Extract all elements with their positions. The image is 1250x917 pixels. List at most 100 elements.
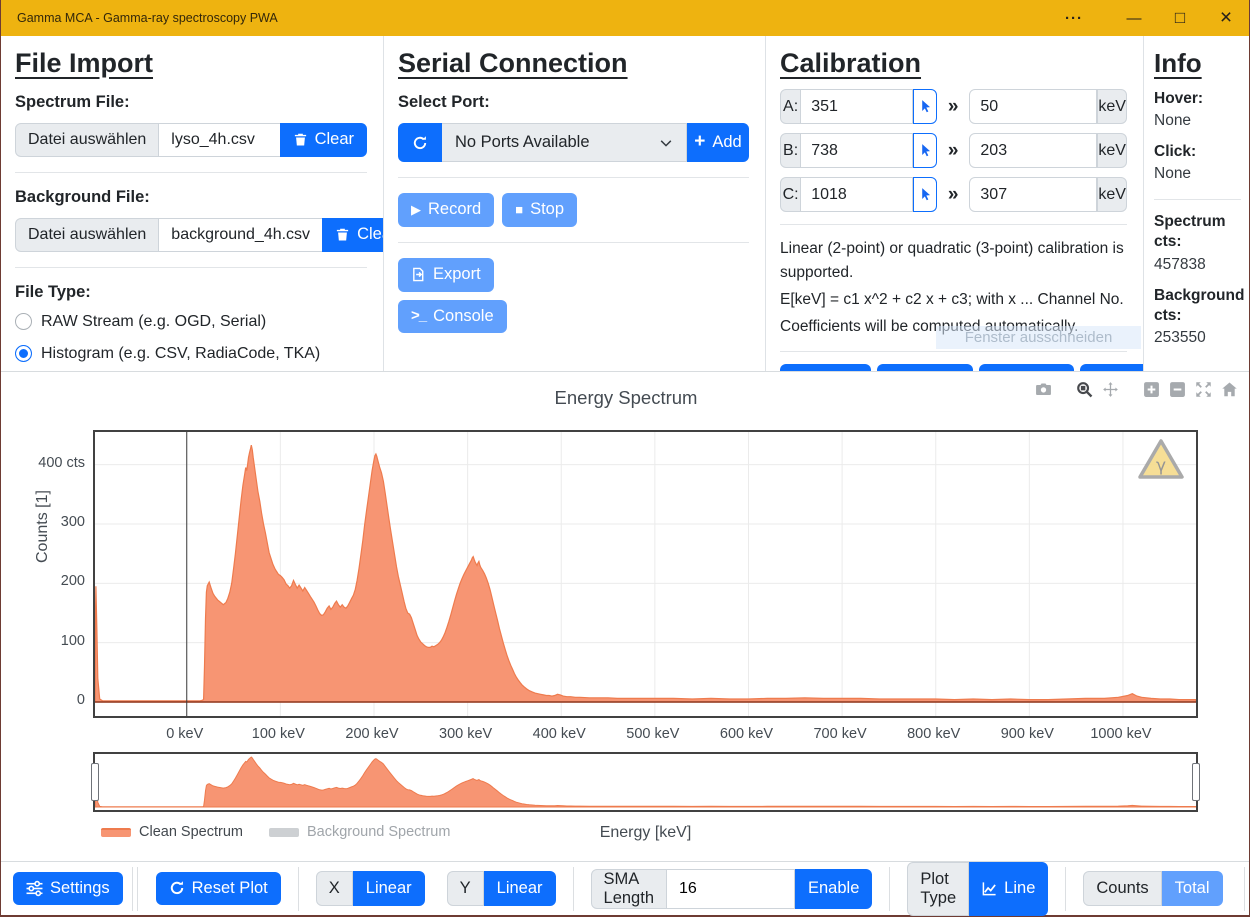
x-scale-label: X: [316, 871, 353, 906]
x-tick-label: 200 keV: [332, 726, 412, 742]
reset-plot-icon: [169, 880, 185, 896]
settings-button[interactable]: Settings: [13, 872, 123, 906]
pan-icon[interactable]: [1101, 380, 1120, 399]
background-file-label: Background File:: [15, 188, 367, 207]
title-bar: Gamma MCA - Gamma-ray spectroscopy PWA ·…: [1, 0, 1249, 36]
toolbar-divider: [132, 867, 133, 911]
close-icon[interactable]: ×: [1203, 0, 1249, 36]
radio-checked-icon[interactable]: [15, 345, 32, 362]
divider: [15, 172, 367, 173]
background-clear-button[interactable]: Clear: [322, 218, 384, 252]
serial-heading: Serial Connection: [398, 48, 749, 79]
plot-modebar: [1034, 380, 1239, 399]
radio-histogram[interactable]: Histogram (e.g. CSV, RadiaCode, TKA): [15, 345, 367, 363]
radio-raw-stream[interactable]: RAW Stream (e.g. OGD, Serial): [15, 313, 367, 331]
stop-button[interactable]: ■ Stop: [502, 193, 577, 227]
counts-total-button[interactable]: Total: [1162, 871, 1223, 906]
range-slider-chart: [95, 754, 1196, 810]
cal-b-pick-button[interactable]: [913, 133, 937, 168]
cursor-icon: [918, 143, 933, 158]
calibration-reset-button[interactable]: Reset: [780, 364, 871, 371]
cal-a-energy-input[interactable]: [969, 89, 1097, 124]
file-import-heading: File Import: [15, 48, 367, 79]
maximize-icon[interactable]: □: [1157, 0, 1203, 36]
home-icon[interactable]: [1220, 380, 1239, 399]
legend-background-spectrum[interactable]: Background Spectrum: [269, 824, 450, 840]
range-slider-right-handle[interactable]: [1192, 763, 1200, 801]
chevron-down-icon: [659, 136, 673, 150]
cal-c-energy-input[interactable]: [969, 177, 1097, 212]
range-slider-left-handle[interactable]: [91, 763, 99, 801]
sma-enable-button[interactable]: Enable: [795, 869, 872, 909]
x-tick-label: 400 keV: [519, 726, 599, 742]
x-scale-button[interactable]: Linear: [353, 871, 425, 906]
spectrum-file-choose-button[interactable]: Datei auswählen: [15, 123, 159, 157]
radio-unchecked-icon[interactable]: [15, 313, 32, 330]
window-title: Gamma MCA - Gamma-ray spectroscopy PWA: [17, 11, 1051, 25]
zoom-icon[interactable]: [1075, 380, 1094, 399]
reset-plot-button[interactable]: Reset Plot: [156, 872, 281, 906]
background-cts-label: Background cts:: [1154, 286, 1241, 326]
sma-group: SMA Length Enable: [591, 869, 873, 909]
background-file-choose-button[interactable]: Datei auswählen: [15, 218, 159, 252]
x-tick-label: 600 keV: [706, 726, 786, 742]
cal-c-channel-input[interactable]: [801, 177, 913, 212]
plus-icon: +: [694, 131, 705, 154]
cal-b-energy-input[interactable]: [969, 133, 1097, 168]
spectrum-clear-button[interactable]: Clear: [280, 123, 367, 157]
cal-a-channel-input[interactable]: [801, 89, 913, 124]
toolbar-divider: [1244, 867, 1245, 911]
record-button[interactable]: ▶ Record: [398, 193, 494, 227]
y-scale-button[interactable]: Linear: [484, 871, 556, 906]
serial-export-button[interactable]: Export: [398, 258, 494, 292]
zoom-in-icon[interactable]: [1142, 380, 1161, 399]
cursor-icon: [918, 99, 933, 114]
port-select[interactable]: No Ports Available: [442, 123, 687, 162]
x-scale-group: X Linear: [316, 871, 425, 906]
plot-type-button[interactable]: Line: [969, 862, 1048, 916]
cal-c-pick-button[interactable]: [913, 177, 937, 212]
info-panel: Info Hover: None Click: None Spectrum ct…: [1144, 36, 1249, 371]
add-port-button[interactable]: + Add: [687, 123, 749, 162]
y-tick-label: 100: [1, 633, 85, 649]
x-tick-label: 900 keV: [987, 726, 1067, 742]
cal-a-pick-button[interactable]: [913, 89, 937, 124]
zoom-out-icon[interactable]: [1168, 380, 1187, 399]
divider: [398, 242, 749, 243]
terminal-icon: >_: [411, 307, 426, 325]
line-chart-icon: [982, 881, 997, 896]
calibration-heading: Calibration: [780, 48, 1127, 79]
double-chevron-icon: »: [948, 89, 959, 124]
play-icon: ▶: [411, 202, 421, 218]
divider: [15, 267, 367, 268]
background-cts-value: 253550: [1154, 329, 1241, 347]
more-options-icon[interactable]: ···: [1051, 0, 1097, 36]
cal-a-label: A:: [780, 89, 801, 124]
calibration-export-button[interactable]: Export: [1080, 364, 1144, 371]
background-file-input: Datei auswählen background_4h.csv Clear: [15, 218, 367, 252]
spectrum-chart[interactable]: [95, 432, 1196, 716]
serial-connection-panel: Serial Connection Select Port: No Ports …: [384, 36, 766, 371]
legend-clean-spectrum[interactable]: Clean Spectrum: [101, 824, 243, 840]
serial-console-button[interactable]: >_ Console: [398, 300, 507, 334]
sma-length-input[interactable]: [667, 869, 795, 909]
spectrum-file-input: Datei auswählen lyso_4h.csv Clear: [15, 123, 367, 157]
sma-length-label: SMA Length: [591, 869, 667, 909]
clean-spectrum-swatch: [101, 828, 131, 837]
gamma-glyph: γ: [1156, 456, 1166, 476]
click-value: None: [1154, 165, 1241, 183]
spectrum-area: [95, 445, 1196, 702]
cal-b-channel-input[interactable]: [801, 133, 913, 168]
camera-icon[interactable]: [1034, 380, 1053, 399]
y-tick-label: 400 cts: [1, 455, 85, 471]
calibration-delete-button[interactable]: Delete: [877, 364, 973, 371]
spectrum-file-label: Spectrum File:: [15, 93, 367, 112]
calibration-row-b: B: » keV: [780, 133, 1127, 168]
minimize-icon[interactable]: —: [1111, 0, 1157, 36]
range-slider[interactable]: [93, 752, 1198, 812]
autoscale-icon[interactable]: [1194, 380, 1213, 399]
y-scale-group: Y Linear: [447, 871, 556, 906]
port-select-group: No Ports Available + Add: [398, 123, 749, 162]
calibration-import-button[interactable]: Import: [979, 364, 1074, 371]
refresh-ports-button[interactable]: [398, 123, 442, 162]
